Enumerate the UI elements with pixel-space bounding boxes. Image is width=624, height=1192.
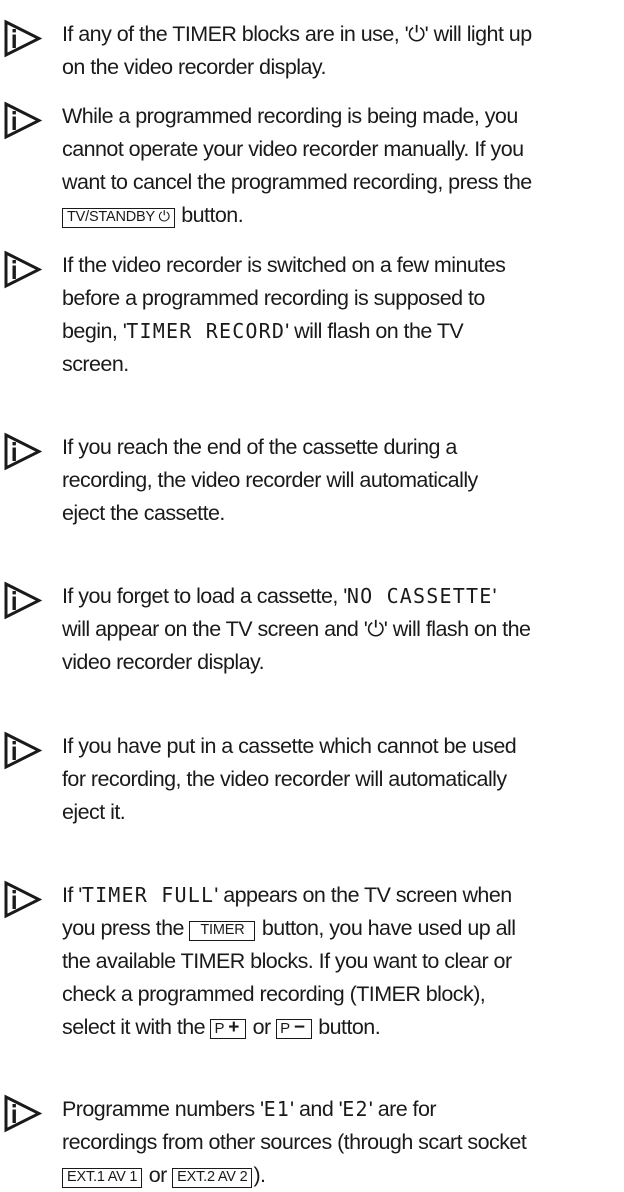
info-arrow-icon [2, 880, 42, 920]
note-text-run: or [247, 1015, 277, 1039]
note-text-run: ' are for [368, 1097, 437, 1121]
info-arrow-icon [2, 581, 42, 621]
screen-message: TIMER RECORD [126, 319, 286, 343]
note-line: video recorder display. [62, 646, 624, 679]
note-text-run: If you reach the end of the cassette dur… [62, 435, 457, 459]
info-arrow-icon [2, 250, 42, 290]
note-line: recordings from other sources (through s… [62, 1126, 624, 1159]
note-line: on the video recorder display. [62, 51, 624, 84]
note-text-run: eject the cassette. [62, 501, 225, 525]
info-arrow-icon [2, 432, 42, 472]
note-line: select it with the P + or P − button. [62, 1011, 624, 1044]
note-text-run: recording, the video recorder will autom… [62, 468, 478, 492]
note-text-run: If any of the TIMER blocks are in use, '… [62, 22, 532, 46]
note-text: Programme numbers 'E1' and 'E2' are for r… [62, 1093, 624, 1192]
button-key-label: EXT.2 AV 2 [172, 1168, 253, 1188]
note-text: If 'TIMER FULL' appears on the TV screen… [62, 879, 624, 1044]
note-line: eject it. [62, 796, 624, 829]
note-line: If you forget to load a cassette, 'NO CA… [62, 580, 624, 613]
note-text-run: before a programmed recording is suppose… [62, 286, 485, 310]
note-line: While a programmed recording is being ma… [62, 100, 624, 133]
note-line: for recording, the video recorder will a… [62, 763, 624, 796]
info-arrow-icon [2, 19, 42, 59]
note-text-run: ' and ' [290, 1097, 343, 1121]
note-line: screen. [62, 348, 624, 381]
screen-message: E2 [342, 1097, 369, 1121]
note-text-run: recordings from other sources (through s… [62, 1130, 527, 1154]
note-text: If you forget to load a cassette, 'NO CA… [62, 580, 624, 679]
note-line: will appear on the TV screen and '⏻' wil… [62, 613, 624, 646]
note-text-run: eject it. [62, 800, 126, 824]
button-key-label: P − [276, 1017, 312, 1039]
note-text: If you reach the end of the cassette dur… [62, 431, 624, 530]
note-text-run: screen. [62, 352, 129, 376]
note-line: If you reach the end of the cassette dur… [62, 431, 624, 464]
note-line: If any of the TIMER blocks are in use, '… [62, 18, 624, 51]
button-key-label: TIMER [189, 921, 256, 941]
note-line: you press the TIMER button, you have use… [62, 912, 624, 945]
note-line: the available TIMER blocks. If you want … [62, 945, 624, 978]
note-line: If the video recorder is switched on a f… [62, 249, 624, 282]
minus-icon: − [293, 1017, 305, 1038]
note-text-run: begin, ' [62, 319, 127, 343]
note-text-run: If the video recorder is switched on a f… [62, 253, 506, 277]
button-key-label: P + [210, 1017, 247, 1039]
note-text-run: check a programmed recording (TIMER bloc… [62, 982, 486, 1006]
note-line: If 'TIMER FULL' appears on the TV screen… [62, 879, 624, 912]
note-text-run: select it with the [62, 1015, 211, 1039]
note-text-run: button. [312, 1015, 381, 1039]
note-line: check a programmed recording (TIMER bloc… [62, 978, 624, 1011]
note-text-run: ' appears on the TV screen when [214, 883, 512, 907]
info-arrow-icon [2, 101, 42, 141]
note-line: before a programmed recording is suppose… [62, 282, 624, 315]
note-text-run: want to cancel the programmed recording,… [62, 170, 532, 194]
note-text-run: for recording, the video recorder will a… [62, 767, 507, 791]
note-text-run: If you have put in a cassette which cann… [62, 734, 517, 758]
note-line: EXT.1 AV 1 or EXT.2 AV 2). [62, 1159, 624, 1192]
note-text-run: ' [492, 584, 497, 608]
note-line: If you have put in a cassette which cann… [62, 730, 624, 763]
note-text-run: on the video recorder display. [62, 55, 327, 79]
screen-message: TIMER FULL [81, 883, 215, 907]
note-text-run: or [143, 1163, 173, 1187]
note-line: begin, 'TIMER RECORD' will flash on the … [62, 315, 624, 348]
note-text-run: ' will flash on the TV [285, 319, 464, 343]
note-text-run: button. [175, 203, 244, 227]
screen-message: NO CASSETTE [346, 584, 493, 608]
info-arrow-icon [2, 731, 42, 771]
note-text-run: Programme numbers ' [62, 1097, 264, 1121]
note-line: eject the cassette. [62, 497, 624, 530]
note-line: Programme numbers 'E1' and 'E2' are for [62, 1093, 624, 1126]
button-key-label: EXT.1 AV 1 [62, 1168, 143, 1188]
note-line: TV/STANDBY ⏻ button. [62, 199, 624, 232]
note-text-run: the available TIMER blocks. If you want … [62, 949, 512, 973]
note-line: want to cancel the programmed recording,… [62, 166, 624, 199]
button-key-label: TV/STANDBY ⏻ [62, 208, 175, 228]
key-letter: P [214, 1020, 225, 1037]
note-text: If you have put in a cassette which cann… [62, 730, 624, 829]
note-text-run: cannot operate your video recorder manua… [62, 137, 524, 161]
note-text-run: If you forget to load a cassette, ' [62, 584, 347, 608]
note-text: If the video recorder is switched on a f… [62, 249, 624, 381]
note-text-run: will appear on the TV screen and '⏻' wil… [62, 617, 531, 641]
plus-icon: + [228, 1017, 240, 1038]
info-arrow-icon [2, 1094, 42, 1134]
note-text: If any of the TIMER blocks are in use, '… [62, 18, 624, 84]
note-text: While a programmed recording is being ma… [62, 100, 624, 232]
note-text-run: ). [253, 1163, 266, 1187]
note-text-run: If ' [62, 883, 82, 907]
note-text-run: you press the [62, 916, 190, 940]
note-line: cannot operate your video recorder manua… [62, 133, 624, 166]
note-line: recording, the video recorder will autom… [62, 464, 624, 497]
note-text-run: While a programmed recording is being ma… [62, 104, 518, 128]
screen-message: E1 [263, 1097, 291, 1121]
key-letter: P [280, 1020, 290, 1037]
note-text-run: video recorder display. [62, 650, 265, 674]
note-text-run: button, you have used up all [256, 916, 516, 940]
